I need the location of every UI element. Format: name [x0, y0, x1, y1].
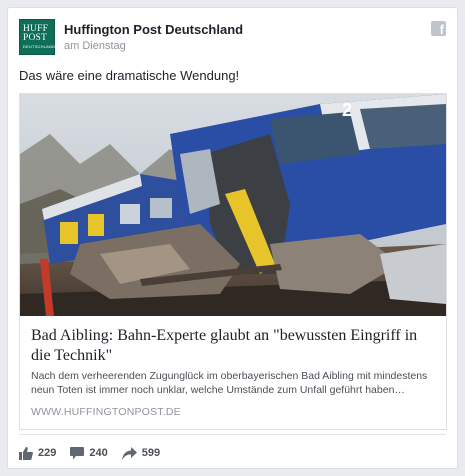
post-text: Das wäre eine dramatische Wendung! — [19, 68, 240, 83]
svg-text:2: 2 — [342, 100, 352, 120]
comment-icon — [70, 446, 85, 459]
divider — [19, 434, 446, 435]
avatar-line-2: POST — [23, 33, 48, 43]
comment-button[interactable]: 240 — [70, 446, 108, 460]
like-count: 229 — [38, 447, 57, 459]
comment-count: 240 — [89, 447, 108, 459]
share-count: 599 — [141, 447, 161, 459]
link-title[interactable]: Bad Aibling: Bahn-Experte glaubt an "bew… — [31, 326, 436, 366]
reaction-bar: 229 240 599 — [19, 444, 174, 462]
post-header: HUFF POST DEUTSCHLAND Huffington Post De… — [19, 19, 446, 55]
train-crash-photo[interactable]: 2 — [20, 94, 446, 316]
share-button[interactable]: 599 — [121, 446, 161, 460]
avatar[interactable]: HUFF POST DEUTSCHLAND — [19, 19, 55, 55]
facebook-post-card: HUFF POST DEUTSCHLAND Huffington Post De… — [7, 7, 458, 469]
facebook-icon: f — [431, 21, 446, 36]
link-preview[interactable]: 2 Bad Aibling: Bahn-Experte glaubt an "b… — [19, 93, 447, 430]
share-icon — [121, 446, 137, 460]
link-description: Nach dem verheerenden Zugunglück im ober… — [31, 370, 428, 396]
like-icon — [19, 446, 33, 460]
post-timestamp[interactable]: am Dienstag — [64, 40, 126, 52]
like-button[interactable]: 229 — [19, 446, 57, 460]
avatar-line-3: DEUTSCHLAND — [23, 44, 56, 49]
link-domain: WWW.HUFFINGTONPOST.DE — [31, 406, 181, 418]
page-name[interactable]: Huffington Post Deutschland — [64, 22, 243, 37]
